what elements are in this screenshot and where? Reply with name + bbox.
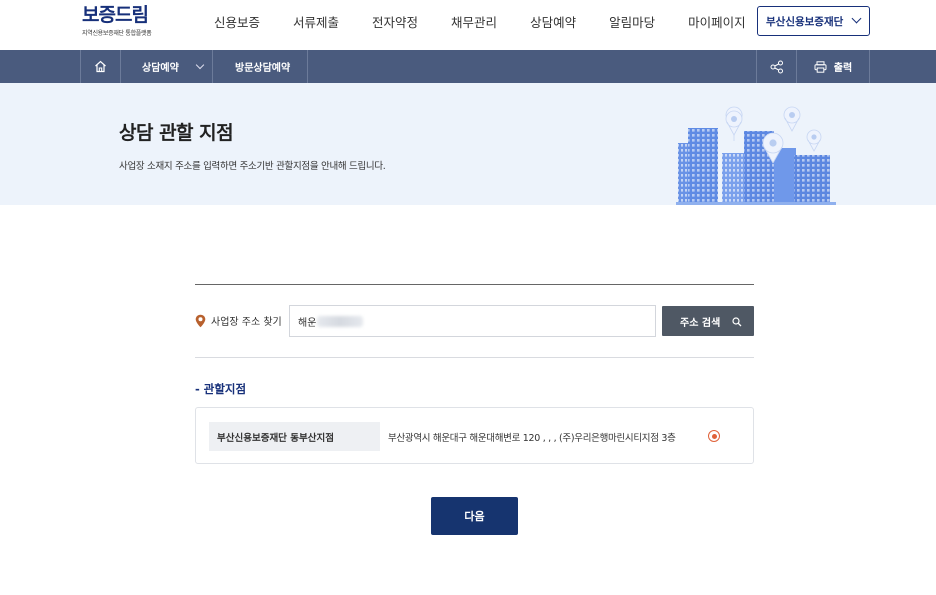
nav-debt-management[interactable]: 채무관리 [451, 12, 497, 31]
nav-notice[interactable]: 알림마당 [609, 12, 655, 31]
org-select-label: 부산신용보증재단 [766, 15, 844, 28]
breadcrumb-label-2: 방문상담예약 [235, 63, 291, 74]
page-description: 사업장 소재지 주소를 입력하면 주소기반 관할지점을 안내해 드립니다. [119, 161, 386, 172]
branch-address: 부산광역시 해운대구 해운대해변로 120 , , , (주)우리은행마린시티지… [388, 433, 676, 444]
org-select[interactable]: 부산신용보증재단 [757, 6, 870, 36]
address-search-button[interactable]: 주소 검색 [662, 306, 754, 336]
home-button[interactable] [80, 50, 120, 83]
address-search-label: 주소 검색 [680, 317, 721, 329]
next-button[interactable]: 다음 [431, 497, 518, 535]
divider-top [195, 284, 754, 285]
city-illustration [676, 106, 836, 205]
logo-subtitle: 지역신용보증재단 통합플랫폼 [82, 30, 152, 37]
branch-section-title: - 관할지점 [195, 382, 247, 396]
print-button[interactable]: 출력 [796, 50, 870, 83]
address-search-row: 사업장 주소 찾기 주소 검색 [195, 305, 754, 337]
share-icon [770, 60, 783, 73]
page-banner: 상담 관할 지점 사업장 소재지 주소를 입력하면 주소기반 관할지점을 안내해… [0, 83, 936, 205]
nav-e-contract[interactable]: 전자약정 [372, 12, 418, 31]
page-title: 상담 관할 지점 [119, 122, 234, 144]
nav-consult-reservation[interactable]: 상담예약 [530, 12, 576, 31]
logo[interactable]: 보증드림 지역신용보증재단 통합플랫폼 [82, 4, 172, 40]
divider-middle [195, 357, 754, 358]
print-label: 출력 [833, 63, 853, 74]
nav-credit-guarantee[interactable]: 신용보증 [214, 12, 260, 31]
address-label-text: 사업장 주소 찾기 [211, 317, 282, 328]
address-label: 사업장 주소 찾기 [195, 313, 282, 328]
nav-document-submit[interactable]: 서류제출 [293, 12, 339, 31]
sub-navbar: 상담예약 방문상담예약 출력 [0, 50, 936, 83]
share-button[interactable] [756, 50, 796, 83]
branch-option[interactable]: 부산신용보증재단 동부산지점 부산광역시 해운대구 해운대해변로 120 , ,… [195, 407, 754, 464]
location-pin-icon [195, 314, 206, 327]
breadcrumb-label-1: 상담예약 [142, 63, 179, 74]
branch-name: 부산신용보증재단 동부산지점 [209, 422, 380, 451]
printer-icon [814, 60, 827, 73]
breadcrumb-consult-reservation[interactable]: 상담예약 [120, 50, 212, 83]
breadcrumb-visit-consult[interactable]: 방문상담예약 [212, 50, 308, 83]
nav-mypage[interactable]: 마이페이지 [688, 12, 746, 31]
search-icon [732, 317, 742, 327]
branch-radio-selected[interactable] [708, 430, 720, 442]
site-header: 보증드림 지역신용보증재단 통합플랫폼 신용보증 서류제출 전자약정 채무관리 … [0, 0, 936, 50]
chevron-down-icon [851, 13, 862, 24]
home-icon [95, 60, 106, 73]
main-nav: 신용보증 서류제출 전자약정 채무관리 상담예약 알림마당 마이페이지 [214, 0, 779, 42]
chevron-down-icon [195, 60, 205, 69]
redacted-address-detail [317, 316, 363, 327]
logo-title: 보증드림 [82, 4, 149, 26]
